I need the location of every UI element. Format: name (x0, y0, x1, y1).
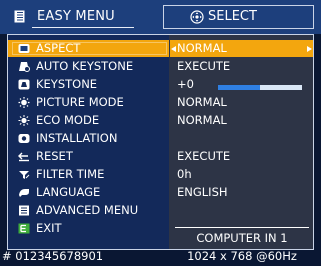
menu-item-reset[interactable]: RESET (8, 148, 169, 165)
exit-icon (18, 223, 30, 234)
language-icon (19, 189, 29, 197)
menu-item-advanced-menu[interactable]: ADVANCED MENU (8, 202, 169, 219)
menu-item-label: EXIT (36, 221, 62, 235)
keystone-value: +0 (177, 77, 194, 91)
filter-time-icon (19, 171, 30, 179)
menu-item-label: AUTO KEYSTONE (36, 59, 134, 73)
menu-item-picture-mode[interactable]: PICTURE MODE (8, 94, 169, 111)
eco-mode-value[interactable]: NORMAL (177, 113, 227, 128)
reset-value[interactable]: EXECUTE (177, 149, 230, 164)
easy-menu-osd: EASY MENU SELECT ASPECT AUTO KEYSTONE KE… (0, 0, 321, 266)
eco-mode-icon (18, 115, 30, 126)
menu-item-label: ECO MODE (36, 113, 100, 127)
menu-item-eco-mode[interactable]: ECO MODE (8, 112, 169, 129)
menu-item-label: FILTER TIME (36, 167, 105, 181)
signal-resolution-label: 1024 x 768 @60Hz (187, 249, 297, 263)
value-decrease-arrow-icon[interactable] (171, 46, 176, 52)
menu-item-label: ASPECT (36, 41, 81, 55)
value-increase-arrow-icon[interactable] (307, 46, 312, 52)
reset-icon (18, 152, 29, 162)
menu-item-label: PICTURE MODE (36, 95, 124, 109)
aspect-value[interactable]: NORMAL (177, 41, 227, 56)
select-hint-label: SELECT (208, 9, 257, 24)
menu-item-label: RESET (36, 149, 73, 163)
menu-item-keystone[interactable]: KEYSTONE (8, 76, 169, 93)
auto-keystone-value[interactable]: EXECUTE (177, 59, 230, 74)
auto-keystone-icon (19, 62, 30, 72)
advanced-menu-icon (19, 205, 29, 216)
installation-icon (18, 134, 30, 143)
signal-info-divider (175, 227, 309, 228)
title-underline (32, 27, 134, 28)
input-source-label: COMPUTER IN 1 (196, 231, 288, 245)
menu-item-aspect[interactable]: ASPECT (8, 40, 169, 57)
menu-item-filter-time[interactable]: FILTER TIME (8, 166, 169, 183)
menu-item-label: LANGUAGE (36, 185, 101, 199)
menu-item-language[interactable]: LANGUAGE (8, 184, 169, 201)
serial-number: # 012345678901 (2, 249, 104, 263)
language-value[interactable]: ENGLISH (177, 185, 228, 200)
picture-mode-value[interactable]: NORMAL (177, 95, 227, 110)
filter-time-value: 0h (177, 167, 192, 181)
keystone-slider-fill[interactable] (218, 85, 260, 90)
aspect-icon (18, 44, 30, 53)
menu-item-label: INSTALLATION (36, 131, 118, 145)
select-pad-icon (190, 10, 204, 24)
keystone-icon (18, 79, 30, 90)
menu-title: EASY MENU (37, 9, 115, 24)
menu-item-auto-keystone[interactable]: AUTO KEYSTONE (8, 58, 169, 75)
menu-item-label: KEYSTONE (36, 77, 98, 91)
menu-book-icon (14, 10, 25, 23)
menu-item-exit[interactable]: EXIT (8, 220, 169, 237)
picture-mode-icon (18, 97, 30, 108)
menu-item-label: ADVANCED MENU (36, 203, 139, 217)
menu-item-installation[interactable]: INSTALLATION (8, 130, 169, 147)
